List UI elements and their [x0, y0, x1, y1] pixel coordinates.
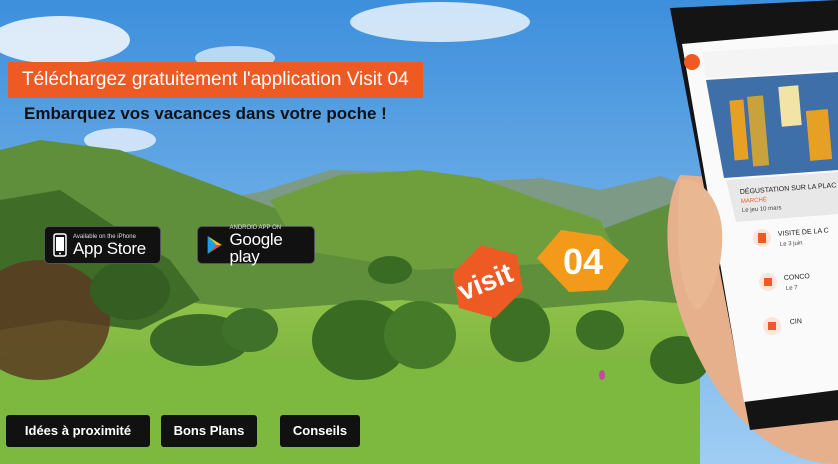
promo-headline: Téléchargez gratuitement l'application V…	[8, 62, 423, 98]
visit04-logo: visit 04	[453, 230, 629, 318]
list-item-2-date: Le 7	[786, 285, 799, 292]
app-logo-badge	[684, 54, 700, 70]
promo-banner-image: Téléchargez gratuitement l'application V…	[0, 0, 838, 464]
google-play-button[interactable]: ANDROID APP ON Google play	[197, 225, 315, 266]
tips-button[interactable]: Conseils	[280, 415, 360, 447]
nearby-ideas-button[interactable]: Idées à proximité	[6, 415, 150, 447]
promo-subtitle: Embarquez vos vacances dans votre poche …	[24, 104, 387, 123]
app-store-label: App Store	[73, 238, 146, 258]
google-play-icon	[207, 236, 222, 254]
iphone-icon	[53, 233, 67, 257]
logo-number: 04	[563, 241, 603, 282]
google-play-label: Google play	[229, 230, 283, 266]
deals-button[interactable]: Bons Plans	[161, 415, 257, 447]
app-store-button[interactable]: Available on the iPhone App Store	[44, 226, 161, 264]
smartphone-mockup: DÉGUSTATION SUR LA PLAC MARCHÉ Le jeu 10…	[667, 0, 838, 464]
list-item-3-title: CIN	[790, 318, 803, 326]
